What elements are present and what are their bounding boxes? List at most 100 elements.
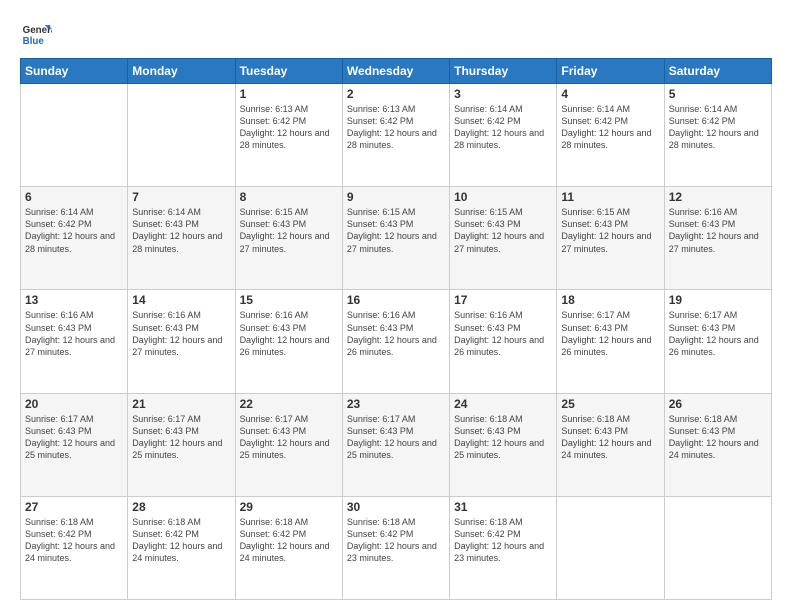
calendar-cell: 18Sunrise: 6:17 AM Sunset: 6:43 PM Dayli… [557, 290, 664, 393]
calendar-cell: 25 Sunrise: 6:18 AM Sunset: 6:43 PM Dayli… [557, 393, 664, 496]
day-number: 1 [240, 87, 338, 101]
day-number: 24 [454, 397, 552, 411]
day-number: 7 [132, 190, 230, 204]
calendar-cell: 16Sunrise: 6:16 AM Sunset: 6:43 PM Dayli… [342, 290, 449, 393]
weekday-header-monday: Monday [128, 59, 235, 84]
calendar-cell: 8 Sunrise: 6:15 AM Sunset: 6:43 PM Daylig… [235, 187, 342, 290]
calendar-week-2: 6 Sunrise: 6:14 AM Sunset: 6:42 PM Daylig… [21, 187, 772, 290]
day-number: 21 [132, 397, 230, 411]
day-number: 6 [25, 190, 123, 204]
day-info: Sunrise: 6:14 AM Sunset: 6:42 PM Dayligh… [561, 103, 659, 152]
day-number: 22 [240, 397, 338, 411]
day-number: 12 [669, 190, 767, 204]
day-number: 2 [347, 87, 445, 101]
day-info: Sunrise: 6:18 AM Sunset: 6:43 PM Dayligh… [669, 413, 767, 462]
calendar-header-row: SundayMondayTuesdayWednesdayThursdayFrid… [21, 59, 772, 84]
logo-icon: General Blue [20, 18, 52, 50]
calendar-cell: 5Sunrise: 6:14 AM Sunset: 6:42 PM Daylig… [664, 84, 771, 187]
day-number: 31 [454, 500, 552, 514]
day-info: Sunrise: 6:15 AM Sunset: 6:43 PM Dayligh… [240, 206, 338, 255]
day-info: Sunrise: 6:15 AM Sunset: 6:43 PM Dayligh… [561, 206, 659, 255]
calendar-table: SundayMondayTuesdayWednesdayThursdayFrid… [20, 58, 772, 600]
calendar-cell: 9Sunrise: 6:15 AM Sunset: 6:43 PM Daylig… [342, 187, 449, 290]
day-number: 27 [25, 500, 123, 514]
calendar-cell: 10Sunrise: 6:15 AM Sunset: 6:43 PM Dayli… [450, 187, 557, 290]
day-number: 29 [240, 500, 338, 514]
calendar-cell: 6 Sunrise: 6:14 AM Sunset: 6:42 PM Daylig… [21, 187, 128, 290]
calendar-cell: 17 Sunrise: 6:16 AM Sunset: 6:43 PM Dayli… [450, 290, 557, 393]
calendar-cell: 21 Sunrise: 6:17 AM Sunset: 6:43 PM Dayli… [128, 393, 235, 496]
day-info: Sunrise: 6:16 AM Sunset: 6:43 PM Dayligh… [669, 206, 767, 255]
day-info: Sunrise: 6:14 AM Sunset: 6:42 PM Dayligh… [669, 103, 767, 152]
day-number: 26 [669, 397, 767, 411]
day-info: Sunrise: 6:15 AM Sunset: 6:43 PM Dayligh… [347, 206, 445, 255]
weekday-header-friday: Friday [557, 59, 664, 84]
day-number: 18 [561, 293, 659, 307]
calendar-cell: 23 Sunrise: 6:17 AM Sunset: 6:43 PM Dayli… [342, 393, 449, 496]
day-number: 20 [25, 397, 123, 411]
day-info: Sunrise: 6:18 AM Sunset: 6:42 PM Dayligh… [25, 516, 123, 565]
day-info: Sunrise: 6:18 AM Sunset: 6:43 PM Dayligh… [561, 413, 659, 462]
day-number: 4 [561, 87, 659, 101]
page-header: General Blue [20, 18, 772, 50]
day-number: 30 [347, 500, 445, 514]
day-info: Sunrise: 6:16 AM Sunset: 6:43 PM Dayligh… [25, 309, 123, 358]
day-info: Sunrise: 6:17 AM Sunset: 6:43 PM Dayligh… [240, 413, 338, 462]
calendar-cell: 3 Sunrise: 6:14 AM Sunset: 6:42 PM Daylig… [450, 84, 557, 187]
day-info: Sunrise: 6:17 AM Sunset: 6:43 PM Dayligh… [25, 413, 123, 462]
calendar-cell: 29 Sunrise: 6:18 AM Sunset: 6:42 PM Dayli… [235, 496, 342, 599]
calendar-week-4: 20 Sunrise: 6:17 AM Sunset: 6:43 PM Dayli… [21, 393, 772, 496]
calendar-cell: 31Sunrise: 6:18 AM Sunset: 6:42 PM Dayli… [450, 496, 557, 599]
day-number: 16 [347, 293, 445, 307]
day-number: 23 [347, 397, 445, 411]
calendar-cell: 15Sunrise: 6:16 AM Sunset: 6:43 PM Dayli… [235, 290, 342, 393]
day-number: 8 [240, 190, 338, 204]
calendar-cell: 13 Sunrise: 6:16 AM Sunset: 6:43 PM Dayli… [21, 290, 128, 393]
day-info: Sunrise: 6:18 AM Sunset: 6:42 PM Dayligh… [347, 516, 445, 565]
calendar-cell: 22 Sunrise: 6:17 AM Sunset: 6:43 PM Dayli… [235, 393, 342, 496]
calendar-cell: 28 Sunrise: 6:18 AM Sunset: 6:42 PM Dayli… [128, 496, 235, 599]
day-number: 3 [454, 87, 552, 101]
logo: General Blue [20, 18, 52, 50]
day-info: Sunrise: 6:16 AM Sunset: 6:43 PM Dayligh… [132, 309, 230, 358]
day-number: 14 [132, 293, 230, 307]
day-number: 25 [561, 397, 659, 411]
day-info: Sunrise: 6:13 AM Sunset: 6:42 PM Dayligh… [240, 103, 338, 152]
calendar-cell: 26 Sunrise: 6:18 AM Sunset: 6:43 PM Dayli… [664, 393, 771, 496]
calendar-cell: 19Sunrise: 6:17 AM Sunset: 6:43 PM Dayli… [664, 290, 771, 393]
calendar-cell: 30 Sunrise: 6:18 AM Sunset: 6:42 PM Dayli… [342, 496, 449, 599]
calendar-cell [664, 496, 771, 599]
day-number: 28 [132, 500, 230, 514]
day-info: Sunrise: 6:13 AM Sunset: 6:42 PM Dayligh… [347, 103, 445, 152]
calendar-week-1: 1 Sunrise: 6:13 AM Sunset: 6:42 PM Daylig… [21, 84, 772, 187]
day-info: Sunrise: 6:14 AM Sunset: 6:42 PM Dayligh… [25, 206, 123, 255]
calendar-cell: 7 Sunrise: 6:14 AM Sunset: 6:43 PM Daylig… [128, 187, 235, 290]
calendar-cell: 24 Sunrise: 6:18 AM Sunset: 6:43 PM Dayli… [450, 393, 557, 496]
weekday-header-saturday: Saturday [664, 59, 771, 84]
day-number: 13 [25, 293, 123, 307]
calendar-cell: 2 Sunrise: 6:13 AM Sunset: 6:42 PM Daylig… [342, 84, 449, 187]
calendar-cell: 1 Sunrise: 6:13 AM Sunset: 6:42 PM Daylig… [235, 84, 342, 187]
calendar-cell: 27 Sunrise: 6:18 AM Sunset: 6:42 PM Dayli… [21, 496, 128, 599]
weekday-header-tuesday: Tuesday [235, 59, 342, 84]
weekday-header-sunday: Sunday [21, 59, 128, 84]
weekday-header-thursday: Thursday [450, 59, 557, 84]
day-number: 11 [561, 190, 659, 204]
calendar-cell [128, 84, 235, 187]
day-info: Sunrise: 6:14 AM Sunset: 6:43 PM Dayligh… [132, 206, 230, 255]
day-info: Sunrise: 6:16 AM Sunset: 6:43 PM Dayligh… [454, 309, 552, 358]
day-info: Sunrise: 6:18 AM Sunset: 6:43 PM Dayligh… [454, 413, 552, 462]
day-info: Sunrise: 6:15 AM Sunset: 6:43 PM Dayligh… [454, 206, 552, 255]
calendar-cell [21, 84, 128, 187]
calendar-cell: 12 Sunrise: 6:16 AM Sunset: 6:43 PM Dayli… [664, 187, 771, 290]
day-number: 17 [454, 293, 552, 307]
calendar-week-5: 27 Sunrise: 6:18 AM Sunset: 6:42 PM Dayli… [21, 496, 772, 599]
day-info: Sunrise: 6:17 AM Sunset: 6:43 PM Dayligh… [347, 413, 445, 462]
day-info: Sunrise: 6:17 AM Sunset: 6:43 PM Dayligh… [132, 413, 230, 462]
day-info: Sunrise: 6:14 AM Sunset: 6:42 PM Dayligh… [454, 103, 552, 152]
calendar-cell [557, 496, 664, 599]
day-info: Sunrise: 6:18 AM Sunset: 6:42 PM Dayligh… [240, 516, 338, 565]
calendar-cell: 14 Sunrise: 6:16 AM Sunset: 6:43 PM Dayli… [128, 290, 235, 393]
calendar-week-3: 13 Sunrise: 6:16 AM Sunset: 6:43 PM Dayli… [21, 290, 772, 393]
day-info: Sunrise: 6:18 AM Sunset: 6:42 PM Dayligh… [132, 516, 230, 565]
